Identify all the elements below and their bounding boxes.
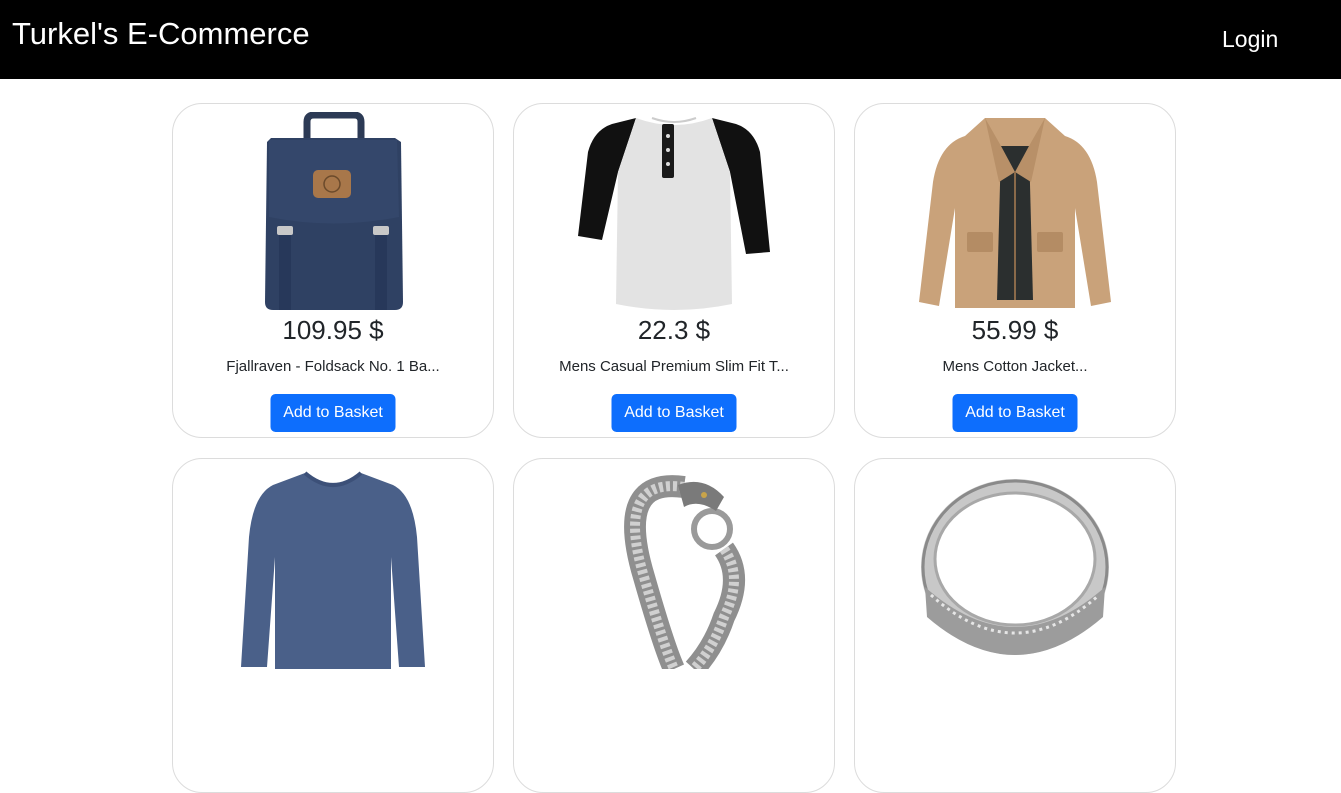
add-to-basket-button[interactable]: Add to Basket bbox=[952, 394, 1078, 432]
product-price: 55.99 $ bbox=[971, 315, 1059, 345]
product-card: 109.95 $ Fjallraven - Foldsack No. 1 Ba.… bbox=[172, 103, 494, 438]
silver-ring-image[interactable] bbox=[855, 467, 1175, 669]
product-title[interactable]: Fjallraven - Foldsack No. 1 Ba... bbox=[173, 356, 493, 378]
longsleeve-shirt-image[interactable] bbox=[173, 467, 493, 669]
product-card bbox=[172, 458, 494, 793]
product-title[interactable]: Mens Casual Premium Slim Fit T... bbox=[514, 356, 834, 378]
product-card bbox=[854, 458, 1176, 793]
navbar: Turkel's E-Commerce Login bbox=[0, 0, 1341, 79]
add-to-basket-button[interactable]: Add to Basket bbox=[270, 394, 396, 432]
product-card bbox=[513, 458, 835, 793]
product-card: 22.3 $ Mens Casual Premium Slim Fit T...… bbox=[513, 103, 835, 438]
add-to-basket-button[interactable]: Add to Basket bbox=[611, 394, 737, 432]
product-price: 22.3 $ bbox=[637, 315, 711, 345]
jacket-image[interactable] bbox=[855, 112, 1175, 314]
dragon-bracelet-image[interactable] bbox=[514, 467, 834, 669]
backpack-image[interactable] bbox=[173, 112, 493, 314]
raglan-tshirt-image[interactable] bbox=[514, 112, 834, 314]
brand-link[interactable]: Turkel's E-Commerce bbox=[12, 14, 310, 54]
product-price: 109.95 $ bbox=[282, 315, 384, 345]
product-title[interactable]: Mens Cotton Jacket... bbox=[855, 356, 1175, 378]
login-link[interactable]: Login bbox=[1222, 22, 1278, 56]
product-card: 55.99 $ Mens Cotton Jacket... Add to Bas… bbox=[854, 103, 1176, 438]
